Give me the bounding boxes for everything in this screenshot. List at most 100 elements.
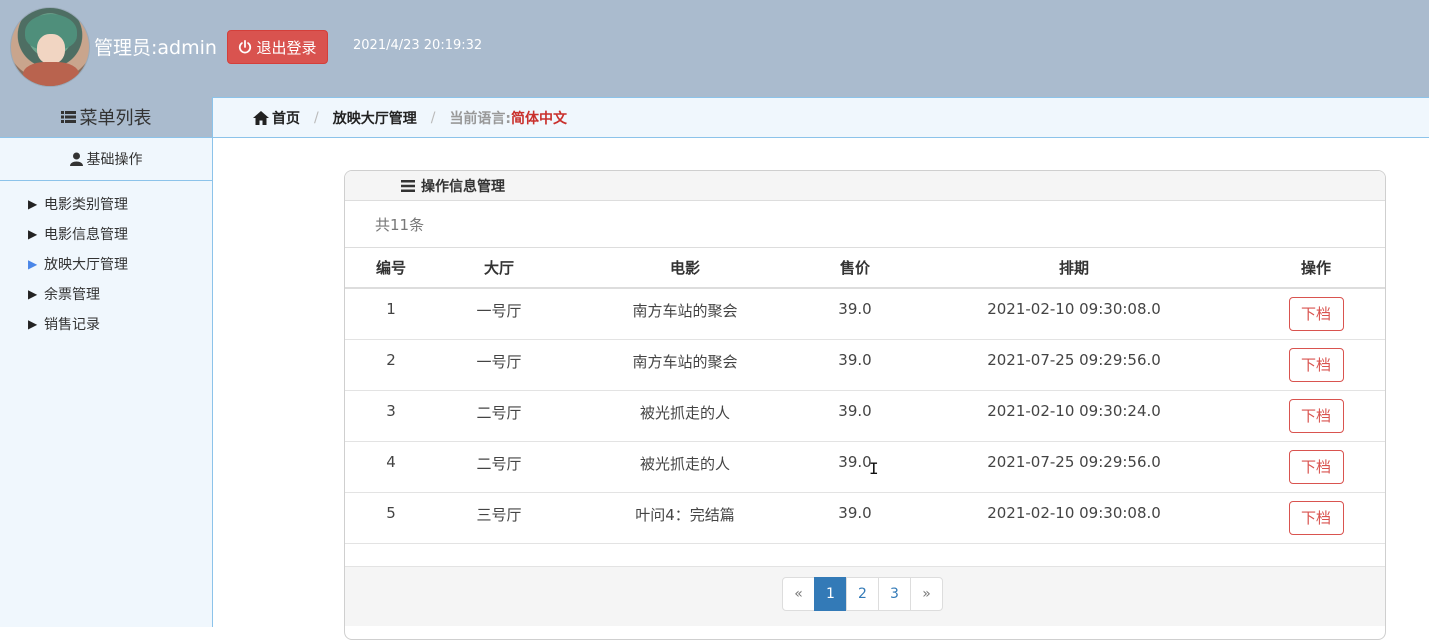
record-count: 共11条 xyxy=(345,201,1385,248)
cell-schedule: 2021-07-25 09:29:56.0 xyxy=(901,339,1247,391)
cell-hall: 二号厅 xyxy=(437,390,561,442)
cell-schedule: 2021-02-10 09:30:24.0 xyxy=(901,390,1247,442)
logout-button[interactable]: 退出登录 xyxy=(227,30,328,64)
user-icon xyxy=(69,152,83,166)
table-row: 5 三号厅 叶问4：完结篇 39.0 2021-02-10 09:30:08.0… xyxy=(345,492,1385,544)
cell-id: 2 xyxy=(345,339,437,391)
info-panel: 操作信息管理 共11条 编号 大厅 电影 售价 排期 操作 1 一号厅 南方车站… xyxy=(344,170,1386,640)
sidebar-item-sales[interactable]: ▶ 销售记录 xyxy=(0,309,212,339)
cell-price: 39.0 xyxy=(809,390,901,442)
language-label: 当前语言: xyxy=(449,110,512,127)
cell-id: 1 xyxy=(345,288,437,340)
table-row: 1 一号厅 南方车站的聚会 39.0 2021-02-10 09:30:08.0… xyxy=(345,288,1385,340)
top-header: 管理员:admin 退出登录 2021/4/23 20:19:32 xyxy=(0,0,1429,97)
menu-title-label: 菜单列表 xyxy=(79,108,152,129)
breadcrumb: 首页 / 放映大厅管理 / 当前语言: 简体中文 xyxy=(213,97,1429,138)
sidebar-menu: ▶ 电影类别管理 ▶ 电影信息管理 ▶ 放映大厅管理 ▶ 余票管理 ▶ 销售记录 xyxy=(0,181,212,339)
breadcrumb-separator: / xyxy=(314,109,319,126)
cell-id: 4 xyxy=(345,441,437,493)
sidebar-item-label: 放映大厅管理 xyxy=(44,257,128,273)
page-button[interactable]: 3 xyxy=(878,577,911,611)
take-down-button[interactable]: 下档 xyxy=(1288,398,1344,433)
cell-price: 39.0 xyxy=(809,339,901,391)
logout-label: 退出登录 xyxy=(256,38,317,57)
cell-price: 39.0 xyxy=(809,492,901,544)
cell-movie: 叶问4：完结篇 xyxy=(561,492,809,544)
breadcrumb-separator: / xyxy=(430,109,436,126)
column-header: 编号 xyxy=(345,248,437,289)
caret-right-icon: ▶ xyxy=(28,257,38,271)
text-cursor-icon: I xyxy=(869,459,879,478)
sidebar-item-label: 余票管理 xyxy=(44,287,100,303)
cell-hall: 三号厅 xyxy=(437,492,561,544)
list-icon xyxy=(60,110,76,124)
page-button[interactable]: 2 xyxy=(846,577,879,611)
caret-right-icon: ▶ xyxy=(28,227,38,241)
sidebar-item-movie-info[interactable]: ▶ 电影信息管理 xyxy=(0,219,212,249)
sidebar-item-label: 电影信息管理 xyxy=(44,227,128,243)
power-icon xyxy=(238,40,252,54)
table-row: 3 二号厅 被光抓走的人 39.0 2021-02-10 09:30:24.0 … xyxy=(345,390,1385,442)
cell-schedule: 2021-02-10 09:30:08.0 xyxy=(901,492,1247,544)
sidebar-item-tickets[interactable]: ▶ 余票管理 xyxy=(0,279,212,309)
cell-id: 3 xyxy=(345,390,437,442)
cell-price: 39.0 xyxy=(809,288,901,340)
cell-action: 下档 xyxy=(1247,441,1385,493)
caret-right-icon: ▶ xyxy=(28,197,38,211)
table-row: 4 二号厅 被光抓走的人 39.0 2021-07-25 09:29:56.0 … xyxy=(345,441,1385,493)
table-header-row: 编号 大厅 电影 售价 排期 操作 xyxy=(345,248,1385,289)
cell-action: 下档 xyxy=(1247,339,1385,391)
column-header: 电影 xyxy=(561,248,809,289)
sidebar: 菜单列表 基础操作 ▶ 电影类别管理 ▶ 电影信息管理 ▶ 放映大厅管理 ▶ 余… xyxy=(0,97,213,627)
page-button[interactable]: 1 xyxy=(814,577,847,611)
take-down-button[interactable]: 下档 xyxy=(1288,500,1344,535)
breadcrumb-home[interactable]: 首页 xyxy=(253,108,300,128)
cell-movie: 南方车站的聚会 xyxy=(561,288,809,340)
cell-id: 5 xyxy=(345,492,437,544)
breadcrumb-current[interactable]: 放映大厅管理 xyxy=(333,108,417,128)
page-prev-button[interactable]: « xyxy=(782,577,815,611)
cell-hall: 一号厅 xyxy=(437,288,561,340)
cell-movie: 被光抓走的人 xyxy=(561,390,809,442)
breadcrumb-home-label: 首页 xyxy=(272,110,300,127)
table-row: 2 一号厅 南方车站的聚会 39.0 2021-07-25 09:29:56.0… xyxy=(345,339,1385,391)
sidebar-item-movie-category[interactable]: ▶ 电影类别管理 xyxy=(0,189,212,219)
cell-hall: 一号厅 xyxy=(437,339,561,391)
column-header: 售价 xyxy=(809,248,901,289)
column-header: 大厅 xyxy=(437,248,561,289)
cell-action: 下档 xyxy=(1247,492,1385,544)
sidebar-item-label: 销售记录 xyxy=(44,317,100,333)
sidebar-item-hall[interactable]: ▶ 放映大厅管理 xyxy=(0,249,212,279)
hall-table: 编号 大厅 电影 售价 排期 操作 1 一号厅 南方车站的聚会 39.0 202… xyxy=(345,248,1385,544)
take-down-button[interactable]: 下档 xyxy=(1288,297,1344,331)
pagination-bar: « 1 2 3 » xyxy=(345,566,1385,626)
column-header: 操作 xyxy=(1247,248,1385,289)
panel-title: 操作信息管理 xyxy=(421,178,505,195)
cell-action: 下档 xyxy=(1247,288,1385,340)
section-label: 基础操作 xyxy=(86,152,143,168)
admin-avatar xyxy=(10,7,90,87)
cell-movie: 被光抓走的人 xyxy=(561,441,809,493)
bars-icon xyxy=(401,179,415,192)
page-next-button[interactable]: » xyxy=(910,577,943,611)
cell-hall: 二号厅 xyxy=(437,441,561,493)
admin-name: 管理员:admin xyxy=(94,37,217,59)
home-icon xyxy=(253,110,269,125)
menu-title: 菜单列表 xyxy=(0,97,212,138)
panel-heading: 操作信息管理 xyxy=(345,171,1385,201)
take-down-button[interactable]: 下档 xyxy=(1288,449,1344,484)
pagination: « 1 2 3 » xyxy=(782,577,943,611)
cell-schedule: 2021-02-10 09:30:08.0 xyxy=(901,288,1247,340)
take-down-button[interactable]: 下档 xyxy=(1288,347,1344,382)
sidebar-item-label: 电影类别管理 xyxy=(44,197,128,213)
language-value: 简体中文 xyxy=(511,110,568,127)
cell-action: 下档 xyxy=(1247,390,1385,442)
caret-right-icon: ▶ xyxy=(28,317,38,331)
cell-schedule: 2021-07-25 09:29:56.0 xyxy=(901,441,1247,493)
column-header: 排期 xyxy=(901,248,1247,289)
current-datetime: 2021/4/23 20:19:32 xyxy=(353,38,483,53)
sidebar-section-basic[interactable]: 基础操作 xyxy=(0,138,212,181)
cell-movie: 南方车站的聚会 xyxy=(561,339,809,391)
caret-right-icon: ▶ xyxy=(28,287,38,301)
cell-price: 39.0 xyxy=(809,441,901,493)
